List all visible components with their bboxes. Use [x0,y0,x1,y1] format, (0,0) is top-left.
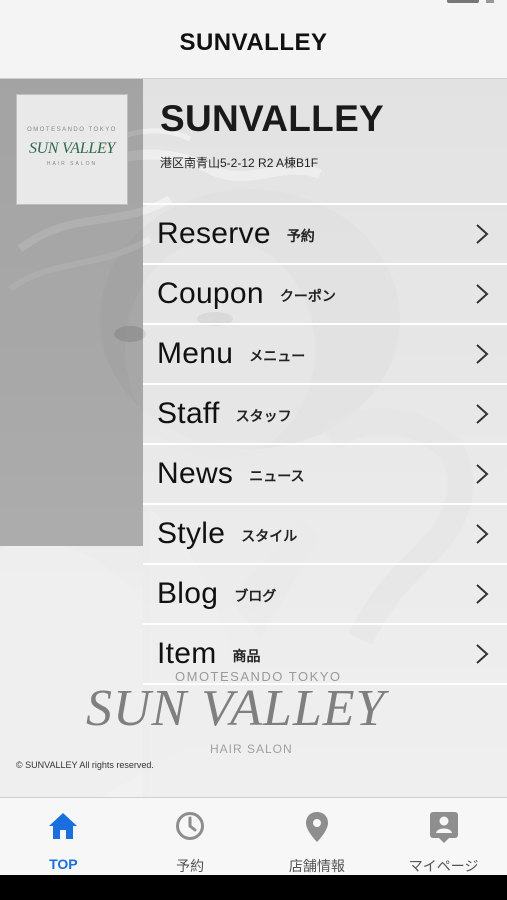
tab-label: 予約 [176,858,205,874]
menu-item-reserve[interactable]: Reserve 予約 [143,205,507,265]
logo-top-line: OMOTESANDO TOKYO [27,127,117,133]
menu-item-sublabel: クーポン [279,288,336,304]
logo-text: SUN VALLEY [28,140,116,157]
menu-item-label: Item [157,637,217,670]
chevron-right-icon [476,344,489,364]
watermark-sub-line: HAIR SALON [210,742,293,756]
status-indicator [447,0,479,3]
clock-icon [176,812,205,840]
menu-item-blog[interactable]: Blog ブログ [143,565,507,625]
bottom-tab-bar: TOP 予約 店舗情報 マイページ [0,797,507,875]
copyright-text: © SUNVALLEY All rights reserved. [16,760,154,770]
nav-header: SUNVALLEY [0,0,507,79]
menu-item-menu[interactable]: Menu メニュー [143,325,507,385]
menu-item-sublabel: スタッフ [235,408,292,424]
tab-store-info[interactable]: 店舗情報 [254,798,381,875]
tab-mypage[interactable]: マイページ [380,798,507,875]
chevron-right-icon [476,524,489,544]
watermark-text: SUN VALLEY [86,680,386,737]
logo-bottom-line: HAIR SALON [46,161,98,167]
home-icon [49,813,78,839]
menu-item-label: Reserve [157,217,271,250]
tab-reserve[interactable]: 予約 [127,798,254,875]
header-title: SUNVALLEY [179,29,328,56]
menu-item-style[interactable]: Style スタイル [143,505,507,565]
menu-item-news[interactable]: News ニュース [143,445,507,505]
menu-item-sublabel: スタイル [241,528,298,544]
profile-icon [429,812,458,843]
menu-item-label: Menu [157,337,234,370]
salon-name: SUNVALLEY [160,98,385,139]
menu-item-sublabel: 商品 [232,648,261,664]
tab-top[interactable]: TOP [0,798,127,875]
menu-item-staff[interactable]: Staff スタッフ [143,385,507,445]
menu-item-sublabel: 予約 [286,228,315,244]
menu-item-sublabel: ニュース [249,468,305,484]
menu-item-label: Style [157,517,226,550]
app-screen: SUNVALLEY OMOTESANDO TOKYO SUN VALLEY HA… [0,0,507,875]
map-pin-icon [305,812,328,842]
chevron-right-icon [476,404,489,424]
chevron-right-icon [476,224,489,244]
main-menu: Reserve 予約 Coupon クーポン Menu メニュー Staff ス… [143,203,507,685]
menu-item-label: Staff [157,397,220,430]
tab-label: 店舗情報 [288,858,345,874]
hero-background: OMOTESANDO TOKYO SUN VALLEY HAIR SALON S… [0,79,507,797]
salon-logo: OMOTESANDO TOKYO SUN VALLEY HAIR SALON [16,94,128,205]
tab-label: TOP [49,856,78,872]
menu-item-label: Coupon [157,277,264,310]
menu-item-sublabel: メニュー [249,348,306,364]
status-indicator-small [486,0,494,3]
menu-item-coupon[interactable]: Coupon クーポン [143,265,507,325]
chevron-right-icon [476,584,489,604]
salon-address: 港区南青山5-2-12 R2 A棟B1F [160,156,319,170]
menu-item-label: News [157,457,234,490]
chevron-right-icon [476,464,489,484]
menu-item-sublabel: ブログ [234,588,277,604]
chevron-right-icon [476,644,489,664]
tab-label: マイページ [408,858,479,874]
menu-item-label: Blog [157,577,219,610]
chevron-right-icon [476,284,489,304]
